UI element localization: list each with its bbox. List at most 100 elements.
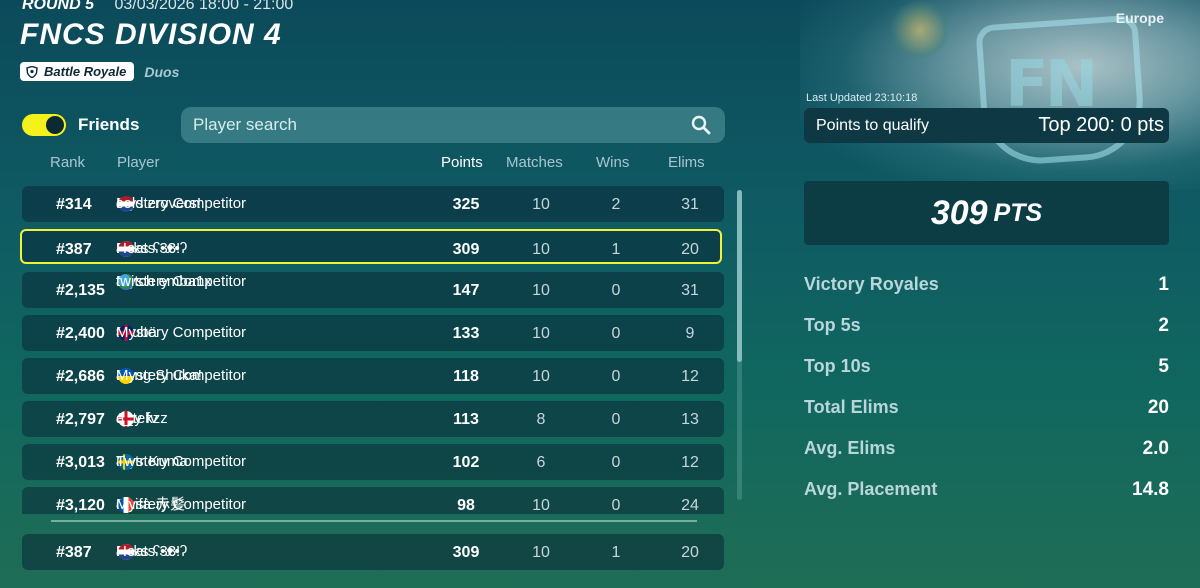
row-elims: 24 bbox=[681, 497, 699, 514]
row-wins: 0 bbox=[611, 454, 621, 471]
col-elims[interactable]: Elims bbox=[668, 154, 705, 171]
row-matches: 10 bbox=[532, 368, 550, 385]
own-points: 309 bbox=[452, 544, 480, 561]
row-elims: 20 bbox=[681, 241, 699, 258]
own-rank: #387 bbox=[56, 544, 92, 561]
stat-value: 20 bbox=[1147, 397, 1169, 418]
row-points: 133 bbox=[452, 325, 480, 342]
row-player-2: Mystery Competitor bbox=[116, 496, 247, 513]
key-art-orb bbox=[890, 0, 950, 60]
qualify-label: Points to qualify bbox=[816, 116, 929, 134]
row-player-2: a_tekzz bbox=[116, 410, 168, 427]
round-dates: 03/03/2026 18:00 - 21:00 bbox=[114, 0, 294, 13]
search-icon[interactable] bbox=[691, 115, 711, 135]
row-player-2: Heats 33! bbox=[116, 240, 181, 257]
table-row[interactable]: #3,013Mystery Competitor & Twtr Kuma1026… bbox=[22, 444, 724, 480]
mode-row: Battle Royale Duos bbox=[20, 62, 179, 81]
table-row[interactable]: #2,797cizy fv & a_tekzz1138013 bbox=[22, 401, 724, 437]
row-rank: #2,400 bbox=[56, 325, 105, 342]
row-points: 102 bbox=[452, 454, 480, 471]
team-size-label: Duos bbox=[144, 63, 180, 80]
row-player-2: cold zrovers! bbox=[116, 195, 202, 212]
scrollbar-thumb[interactable] bbox=[737, 190, 742, 362]
stat-row: Avg. Placement 14.8 bbox=[804, 479, 1169, 501]
row-points: 325 bbox=[452, 196, 480, 213]
table-row-highlighted[interactable]: #387Bcks ʕ•ᴥ•ʔ & Heats 33!30910120 bbox=[20, 229, 722, 264]
row-rank: #387 bbox=[56, 241, 92, 258]
qualify-panel: Points to qualify Top 200: 0 pts bbox=[804, 108, 1169, 143]
own-team-row[interactable]: #387 Bcks ʕ•ᴥ•ʔ & Heats 33! 309 10 1 20 bbox=[22, 534, 724, 570]
stat-label: Avg. Elims bbox=[804, 438, 896, 458]
row-rank: #2,135 bbox=[56, 282, 105, 299]
row-elims: 12 bbox=[681, 454, 699, 471]
friends-toggle[interactable] bbox=[22, 114, 66, 136]
search-placeholder: Player search bbox=[193, 115, 297, 134]
shield-icon bbox=[26, 65, 38, 78]
row-points: 113 bbox=[453, 411, 479, 428]
row-wins: 2 bbox=[611, 196, 621, 213]
row-player-2: Mystery Competitor bbox=[116, 324, 247, 341]
own-wins: 1 bbox=[611, 544, 621, 561]
row-wins: 0 bbox=[611, 282, 621, 299]
row-wins: 0 bbox=[611, 368, 621, 385]
row-wins: 1 bbox=[611, 241, 621, 258]
points-total: 309 bbox=[930, 193, 988, 232]
round-header: ROUND 5 03/03/2026 18:00 - 21:00 bbox=[22, 0, 293, 14]
friends-label: Friends bbox=[78, 115, 140, 134]
region-label: Europe bbox=[1115, 10, 1164, 26]
stat-value: 2 bbox=[1158, 315, 1169, 336]
row-elims: 12 bbox=[681, 368, 699, 385]
col-wins[interactable]: Wins bbox=[596, 154, 629, 171]
table-row[interactable]: #2,686K1ng Shuka! & Mystery Competitor11… bbox=[22, 358, 724, 394]
row-wins: 0 bbox=[611, 325, 621, 342]
last-updated: Last Updated 23:10:18 bbox=[806, 92, 918, 104]
stat-label: Top 5s bbox=[804, 315, 861, 335]
row-elims: 31 bbox=[681, 282, 699, 299]
friends-filter[interactable]: Friends bbox=[22, 114, 139, 136]
stat-row: Victory Royales 1 bbox=[804, 274, 1169, 296]
row-matches: 8 bbox=[536, 411, 546, 428]
row-rank: #314 bbox=[56, 196, 92, 213]
row-matches: 10 bbox=[532, 497, 550, 514]
row-rank: #2,797 bbox=[56, 411, 105, 428]
row-rank: #3,013 bbox=[56, 454, 105, 471]
row-points: 98 bbox=[457, 497, 475, 514]
row-points: 309 bbox=[452, 241, 480, 258]
col-matches[interactable]: Matches bbox=[506, 154, 563, 171]
points-total-box: 309 PTS bbox=[804, 181, 1169, 245]
stat-row: Top 5s 2 bbox=[804, 315, 1169, 337]
row-matches: 10 bbox=[532, 196, 550, 213]
table-row[interactable]: #3,120Chifà 赤髪 & Mystery Competitor98100… bbox=[22, 487, 724, 514]
row-elims: 9 bbox=[685, 325, 695, 342]
leaderboard-list[interactable]: #314Mystery Competitor & cold zrovers!32… bbox=[20, 186, 730, 514]
points-unit: PTS bbox=[993, 198, 1043, 227]
row-matches: 10 bbox=[532, 325, 550, 342]
row-rank: #2,686 bbox=[56, 368, 105, 385]
col-rank[interactable]: Rank bbox=[50, 154, 85, 171]
stat-row: Avg. Elims 2.0 bbox=[804, 438, 1169, 460]
leaderboard-scrollbar[interactable] bbox=[737, 190, 742, 500]
table-row[interactable]: #2,135Mystery Competitor & twitch emba1x… bbox=[22, 272, 724, 308]
stat-value: 2.0 bbox=[1142, 438, 1169, 459]
row-player-2: Twtr Kuma bbox=[116, 453, 188, 470]
table-row[interactable]: #314Mystery Competitor & cold zrovers!32… bbox=[22, 186, 724, 222]
qualify-value: Top 200: 0 pts bbox=[1038, 114, 1164, 136]
row-points: 118 bbox=[453, 368, 479, 385]
stat-label: Avg. Placement bbox=[804, 479, 938, 499]
table-row[interactable]: #2,4009kubä & Mystery Competitor1331009 bbox=[22, 315, 724, 351]
col-points[interactable]: Points bbox=[441, 154, 483, 171]
stat-row: Total Elims 20 bbox=[804, 397, 1169, 419]
row-matches: 10 bbox=[532, 282, 550, 299]
mode-label: Battle Royale bbox=[44, 64, 127, 79]
stat-label: Victory Royales bbox=[804, 274, 939, 294]
row-wins: 0 bbox=[611, 497, 621, 514]
round-label: ROUND 5 bbox=[22, 0, 95, 13]
row-elims: 31 bbox=[681, 196, 699, 213]
own-player-2: Heats 33! bbox=[116, 543, 181, 560]
player-search-input[interactable]: Player search bbox=[181, 107, 725, 143]
stat-label: Total Elims bbox=[804, 397, 899, 417]
page-title: FNCS DIVISION 4 bbox=[20, 18, 282, 51]
row-points: 147 bbox=[452, 282, 480, 299]
col-player[interactable]: Player bbox=[117, 154, 160, 171]
stat-value: 14.8 bbox=[1132, 479, 1169, 500]
